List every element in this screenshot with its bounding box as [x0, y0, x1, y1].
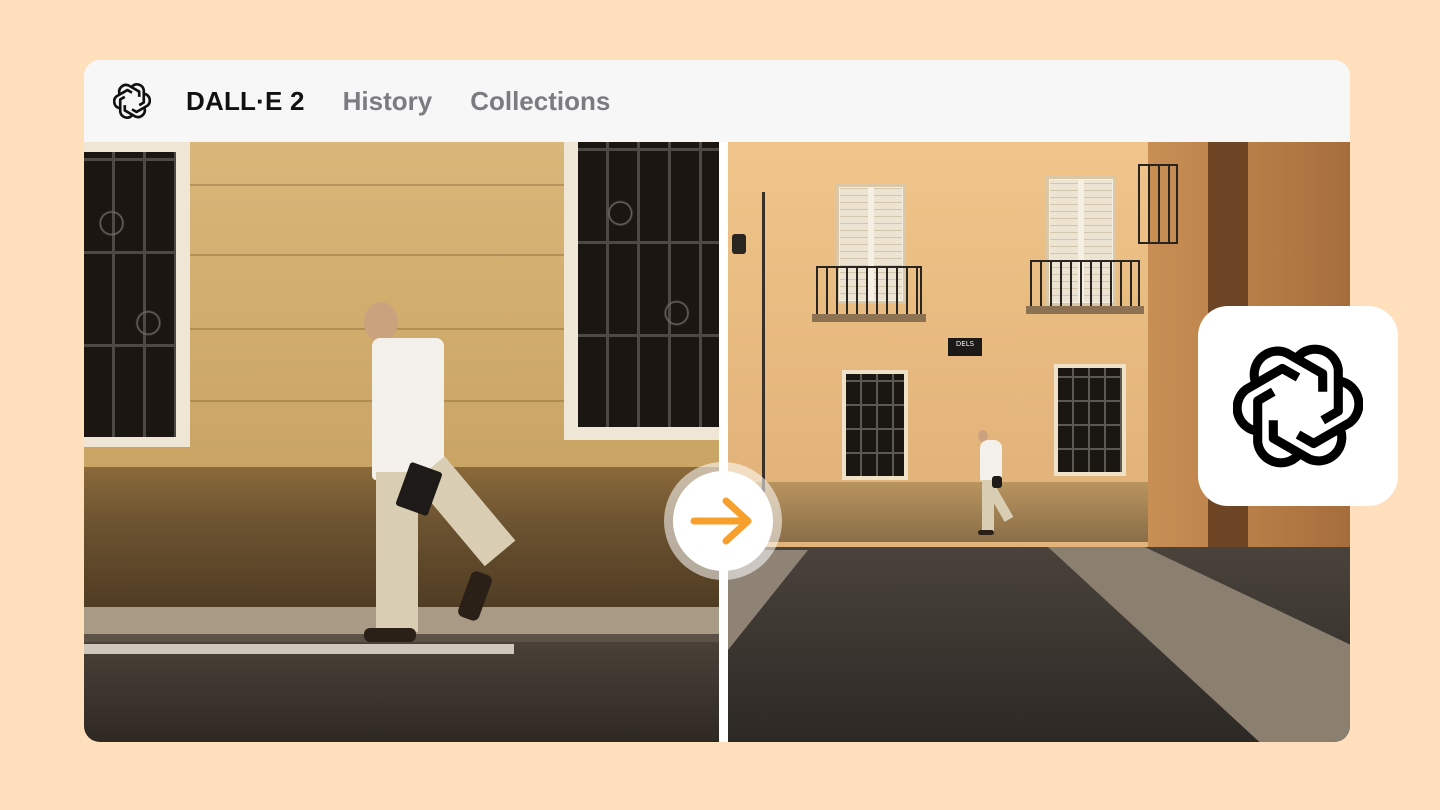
nav-history[interactable]: History	[343, 86, 433, 117]
brand-title[interactable]: DALL·E 2	[186, 86, 305, 117]
original-image	[84, 142, 719, 742]
comparison-area: DELS	[84, 142, 1350, 742]
nav-collections[interactable]: Collections	[470, 86, 610, 117]
app-window: DALL·E 2 History Collections DELS	[84, 60, 1350, 742]
arrow-badge	[664, 462, 782, 580]
street-sign: DELS	[948, 338, 982, 356]
openai-logo-icon	[1233, 344, 1363, 468]
openai-logo-icon[interactable]	[112, 81, 152, 121]
top-bar: DALL·E 2 History Collections	[84, 60, 1350, 142]
openai-logo-tile	[1198, 306, 1398, 506]
image-divider	[719, 142, 728, 742]
arrow-right-icon	[690, 497, 752, 545]
